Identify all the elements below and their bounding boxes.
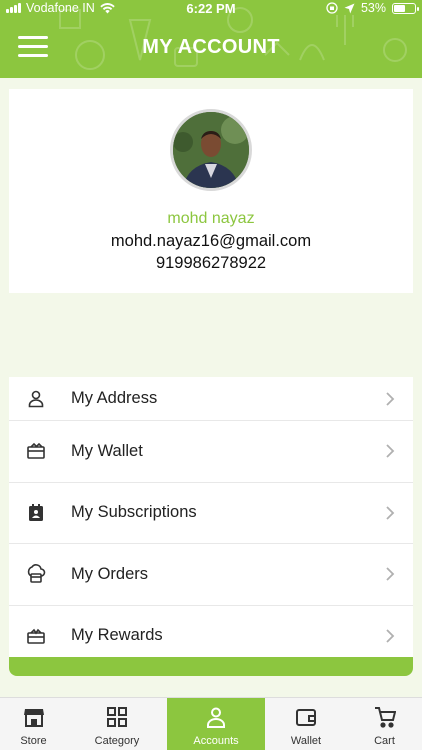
list-footer-bar bbox=[9, 657, 413, 676]
profile-email: mohd.nayaz16@gmail.com bbox=[110, 232, 312, 250]
menu-item-my-subscriptions[interactable]: My Subscriptions bbox=[9, 483, 413, 544]
chevron-right-icon bbox=[386, 391, 395, 406]
page-title: MY ACCOUNT bbox=[142, 36, 280, 58]
location-icon bbox=[344, 3, 355, 13]
tab-store[interactable]: Store bbox=[0, 698, 67, 750]
menu-item-my-wallet[interactable]: My Wallet bbox=[9, 421, 413, 483]
orders-icon bbox=[27, 564, 46, 584]
menu-item-my-orders[interactable]: My Orders bbox=[9, 544, 413, 606]
tab-label: Wallet bbox=[290, 735, 322, 747]
tab-label: Accounts bbox=[193, 735, 239, 747]
wallet-icon bbox=[296, 709, 316, 726]
app-header: Vodafone IN 6:22 PM 53% MY ACCOUNT bbox=[0, 0, 422, 78]
profile-photo bbox=[173, 112, 249, 188]
menu-item-label: My Subscriptions bbox=[71, 503, 197, 522]
tab-category[interactable]: Category bbox=[67, 698, 167, 750]
bottom-tab-bar: Store Category Accounts Wallet Cart bbox=[0, 697, 422, 750]
tab-wallet[interactable]: Wallet bbox=[265, 698, 347, 750]
person-icon bbox=[207, 707, 225, 728]
profile-name: mohd nayaz bbox=[167, 210, 255, 227]
chevron-right-icon bbox=[386, 506, 395, 520]
subscription-calendar-icon bbox=[29, 503, 43, 521]
profile-card: mohd nayaz mohd.nayaz16@gmail.com 919986… bbox=[9, 89, 413, 293]
tab-label: Category bbox=[94, 735, 140, 747]
tab-label: Cart bbox=[374, 735, 395, 747]
chevron-right-icon bbox=[386, 629, 395, 643]
cart-icon bbox=[374, 707, 396, 728]
profile-phone: 919986278922 bbox=[155, 254, 267, 272]
menu-item-label: My Rewards bbox=[71, 626, 163, 645]
avatar[interactable] bbox=[170, 109, 252, 191]
chevron-right-icon bbox=[386, 567, 395, 581]
battery-percent: 53% bbox=[360, 1, 386, 15]
menu-item-label: My Address bbox=[71, 389, 158, 407]
status-bar: Vodafone IN 6:22 PM 53% bbox=[0, 0, 422, 18]
wallet-icon bbox=[27, 443, 45, 460]
orientation-lock-icon bbox=[326, 2, 338, 14]
category-grid-icon bbox=[107, 707, 127, 727]
battery-icon bbox=[392, 2, 419, 14]
menu-item-my-rewards[interactable]: My Rewards bbox=[9, 606, 413, 658]
menu-item-my-address[interactable]: My Address bbox=[9, 377, 413, 421]
menu-item-label: My Wallet bbox=[71, 441, 143, 460]
account-menu-list: My Address My Wallet My Subscriptions My… bbox=[9, 377, 413, 657]
store-icon bbox=[23, 709, 44, 727]
person-icon bbox=[28, 390, 44, 407]
chevron-right-icon bbox=[386, 444, 395, 458]
tab-cart[interactable]: Cart bbox=[347, 698, 422, 750]
rewards-icon bbox=[27, 628, 45, 644]
tab-label: Store bbox=[20, 735, 47, 747]
menu-item-label: My Orders bbox=[71, 564, 149, 583]
tab-accounts[interactable]: Accounts bbox=[167, 698, 265, 750]
